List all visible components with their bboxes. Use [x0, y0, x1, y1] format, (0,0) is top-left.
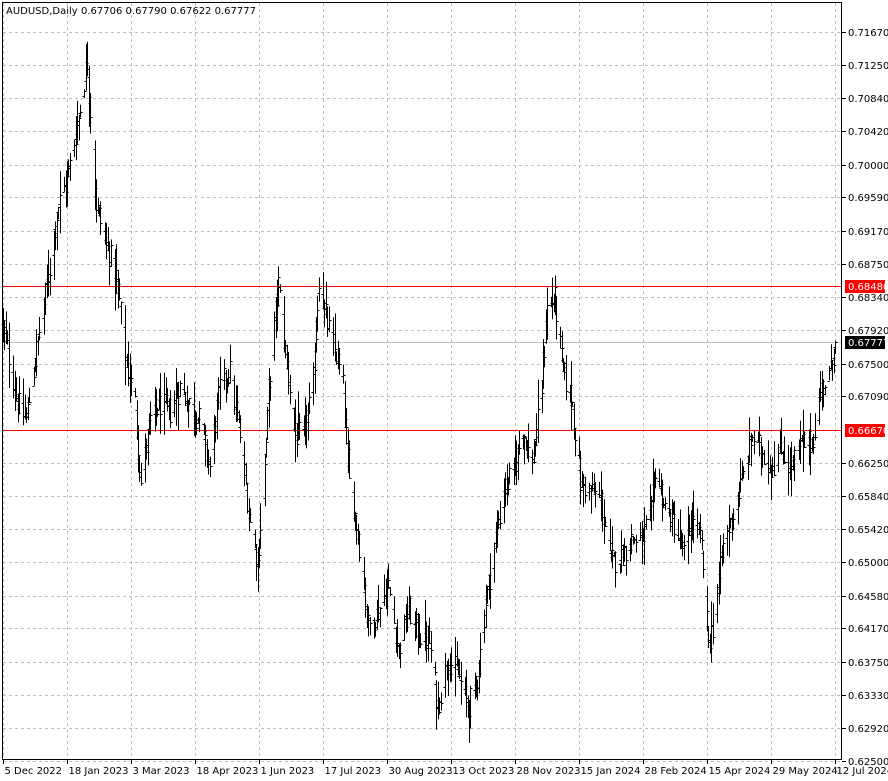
level-price-tag: 0.66670: [848, 426, 888, 437]
time-axis-label: 13 Oct 2023: [453, 766, 515, 777]
price-axis-label: 0.70420: [848, 127, 888, 138]
price-axis-label: 0.69170: [848, 227, 888, 238]
price-chart[interactable]: 0.71670 0.71250 0.70840 0.70420 0.70000 0.695…: [0, 0, 888, 781]
price-axis-label: 0.63750: [848, 658, 888, 669]
time-axis-label: 15 Apr 2024: [709, 766, 771, 777]
price-axis-label: 0.70840: [848, 94, 888, 105]
price-axis-label: 0.68750: [848, 260, 888, 271]
time-axis-label: 1 Jun 2023: [261, 766, 315, 777]
price-axis-label: 0.62920: [848, 724, 888, 735]
time-axis-label: 30 Aug 2023: [389, 766, 453, 777]
current-price-tag: 0.67777: [848, 338, 888, 349]
time-axis-label: 29 May 2024: [773, 766, 838, 777]
time-axis-label: 15 Jan 2024: [581, 766, 641, 777]
time-axis-label: 12 Jul 2024: [837, 766, 888, 777]
price-axis-label: 0.66250: [848, 459, 888, 470]
price-axis-label: 0.64580: [848, 592, 888, 603]
price-axis-label: 0.69590: [848, 193, 888, 204]
price-axis-label: 0.67090: [848, 392, 888, 403]
price-axis-label: 0.68340: [848, 293, 888, 304]
time-axis-label: 5 Dec 2022: [5, 766, 63, 777]
price-axis-label: 0.71670: [848, 28, 888, 39]
chart-header: AUDUSD,Daily 0.67706 0.67790 0.67622 0.6…: [6, 6, 256, 17]
price-axis-label: 0.71250: [848, 61, 888, 72]
time-axis-label: 18 Apr 2023: [197, 766, 259, 777]
price-axis-label: 0.65840: [848, 492, 888, 503]
ohlc-readout: 0.67706 0.67790 0.67622 0.67777: [81, 6, 256, 17]
price-axis-label: 0.65420: [848, 525, 888, 536]
time-axis-label: 3 Mar 2023: [133, 766, 190, 777]
price-axis-label: 0.67920: [848, 326, 888, 337]
time-axis-label: 17 Jul 2023: [325, 766, 382, 777]
price-axis-label: 0.64170: [848, 624, 888, 635]
chart-background: [0, 0, 888, 781]
price-axis-label: 0.63330: [848, 691, 888, 702]
price-axis-label: 0.65000: [848, 558, 888, 569]
price-axis-label: 0.67500: [848, 360, 888, 371]
level-price-tag: 0.68480: [848, 282, 888, 293]
time-axis-label: 18 Jan 2023: [69, 766, 129, 777]
symbol-label: AUDUSD,Daily: [6, 6, 78, 17]
time-axis-label: 28 Feb 2024: [645, 766, 707, 777]
price-axis-label: 0.70000: [848, 161, 888, 172]
time-axis-label: 28 Nov 2023: [517, 766, 581, 777]
